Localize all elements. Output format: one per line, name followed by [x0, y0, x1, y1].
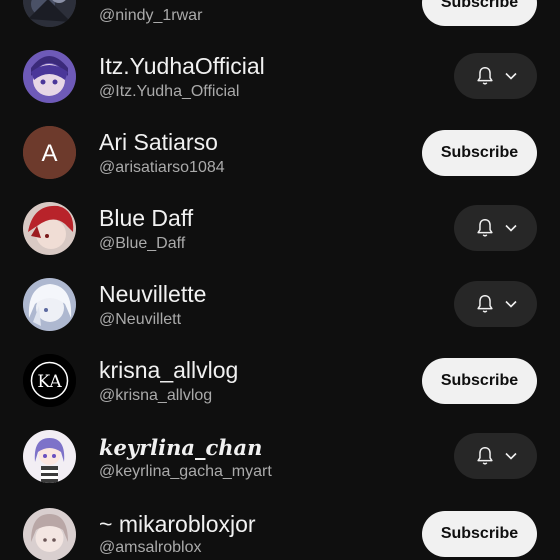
channel-row[interactable]: ~ mikarobloxjor @amsalroblox Subscribe — [0, 494, 560, 560]
channel-row[interactable]: @nindy_1rwar Subscribe — [0, 0, 560, 38]
channel-row[interactable]: KA krisna_allvlog @krisna_allvlog Subscr… — [0, 342, 560, 418]
avatar[interactable] — [23, 508, 76, 560]
bell-icon — [476, 219, 493, 237]
chevron-down-icon — [504, 224, 517, 232]
avatar[interactable]: KA — [23, 354, 76, 407]
chevron-down-icon — [504, 72, 517, 80]
channel-name: Neuvillette — [99, 281, 207, 307]
channel-row[interactable]: Blue Daff @Blue_Daff — [0, 190, 560, 266]
bell-icon — [476, 67, 493, 85]
channel-handle: @Itz.Yudha_Official — [99, 83, 240, 100]
channel-handle: @krisna_allvlog — [99, 387, 213, 404]
subscribe-button[interactable]: Subscribe — [422, 358, 537, 404]
red-hair-anime-avatar-icon — [23, 202, 76, 255]
avatar[interactable] — [23, 278, 76, 331]
avatar[interactable] — [23, 202, 76, 255]
notification-bell-button[interactable] — [454, 53, 537, 99]
pale-anime-avatar-icon — [23, 508, 76, 560]
white-hair-anime-avatar-icon — [23, 278, 76, 331]
channel-name: keyrlina_chan — [99, 435, 263, 460]
channel-name: Itz.YudhaOfficial — [99, 53, 265, 79]
chevron-down-icon — [504, 300, 517, 308]
channel-handle: @Blue_Daff — [99, 235, 186, 252]
letter-avatar-icon: A — [23, 126, 76, 179]
channel-handle: @Neuvillett — [99, 311, 182, 328]
chevron-down-icon — [504, 452, 517, 460]
avatar-letter: A — [41, 140, 57, 167]
notification-bell-button[interactable] — [454, 205, 537, 251]
channel-name: ~ mikarobloxjor — [99, 511, 256, 537]
channel-handle: @arisatiarso1084 — [99, 159, 225, 176]
avatar[interactable]: A — [23, 126, 76, 179]
avatar[interactable] — [23, 0, 76, 27]
channel-row[interactable]: Neuvillette @Neuvillett — [0, 266, 560, 342]
gacha-character-avatar-icon — [23, 430, 76, 483]
subscribe-button[interactable]: Subscribe — [422, 130, 537, 176]
channel-handle: @nindy_1rwar — [99, 7, 203, 24]
ka-logo-avatar-icon: KA — [23, 354, 76, 407]
channel-handle: @amsalroblox — [99, 539, 202, 556]
purple-anime-avatar-icon — [23, 50, 76, 103]
channel-name: krisna_allvlog — [99, 357, 239, 383]
bell-icon — [476, 295, 493, 313]
channel-handle: @keyrlina_gacha_myart — [99, 463, 272, 480]
notification-bell-button[interactable] — [454, 281, 537, 327]
avatar[interactable] — [23, 50, 76, 103]
channel-name: Blue Daff — [99, 205, 194, 231]
dark-illustration-avatar-icon — [23, 0, 76, 27]
subscriptions-channel-list: @nindy_1rwar Subscribe Itz.YudhaOfficial… — [0, 0, 560, 560]
channel-row[interactable]: Itz.YudhaOfficial @Itz.Yudha_Official — [0, 38, 560, 114]
subscribe-button[interactable]: Subscribe — [422, 0, 537, 26]
logo-text: KA — [37, 372, 62, 392]
subscribe-button[interactable]: Subscribe — [422, 511, 537, 557]
notification-bell-button[interactable] — [454, 433, 537, 479]
channel-row[interactable]: A Ari Satiarso @arisatiarso1084 Subscrib… — [0, 114, 560, 190]
channel-row[interactable]: keyrlina_chan @keyrlina_gacha_myart — [0, 418, 560, 494]
avatar[interactable] — [23, 430, 76, 483]
channel-name: Ari Satiarso — [99, 129, 218, 155]
bell-icon — [476, 447, 493, 465]
